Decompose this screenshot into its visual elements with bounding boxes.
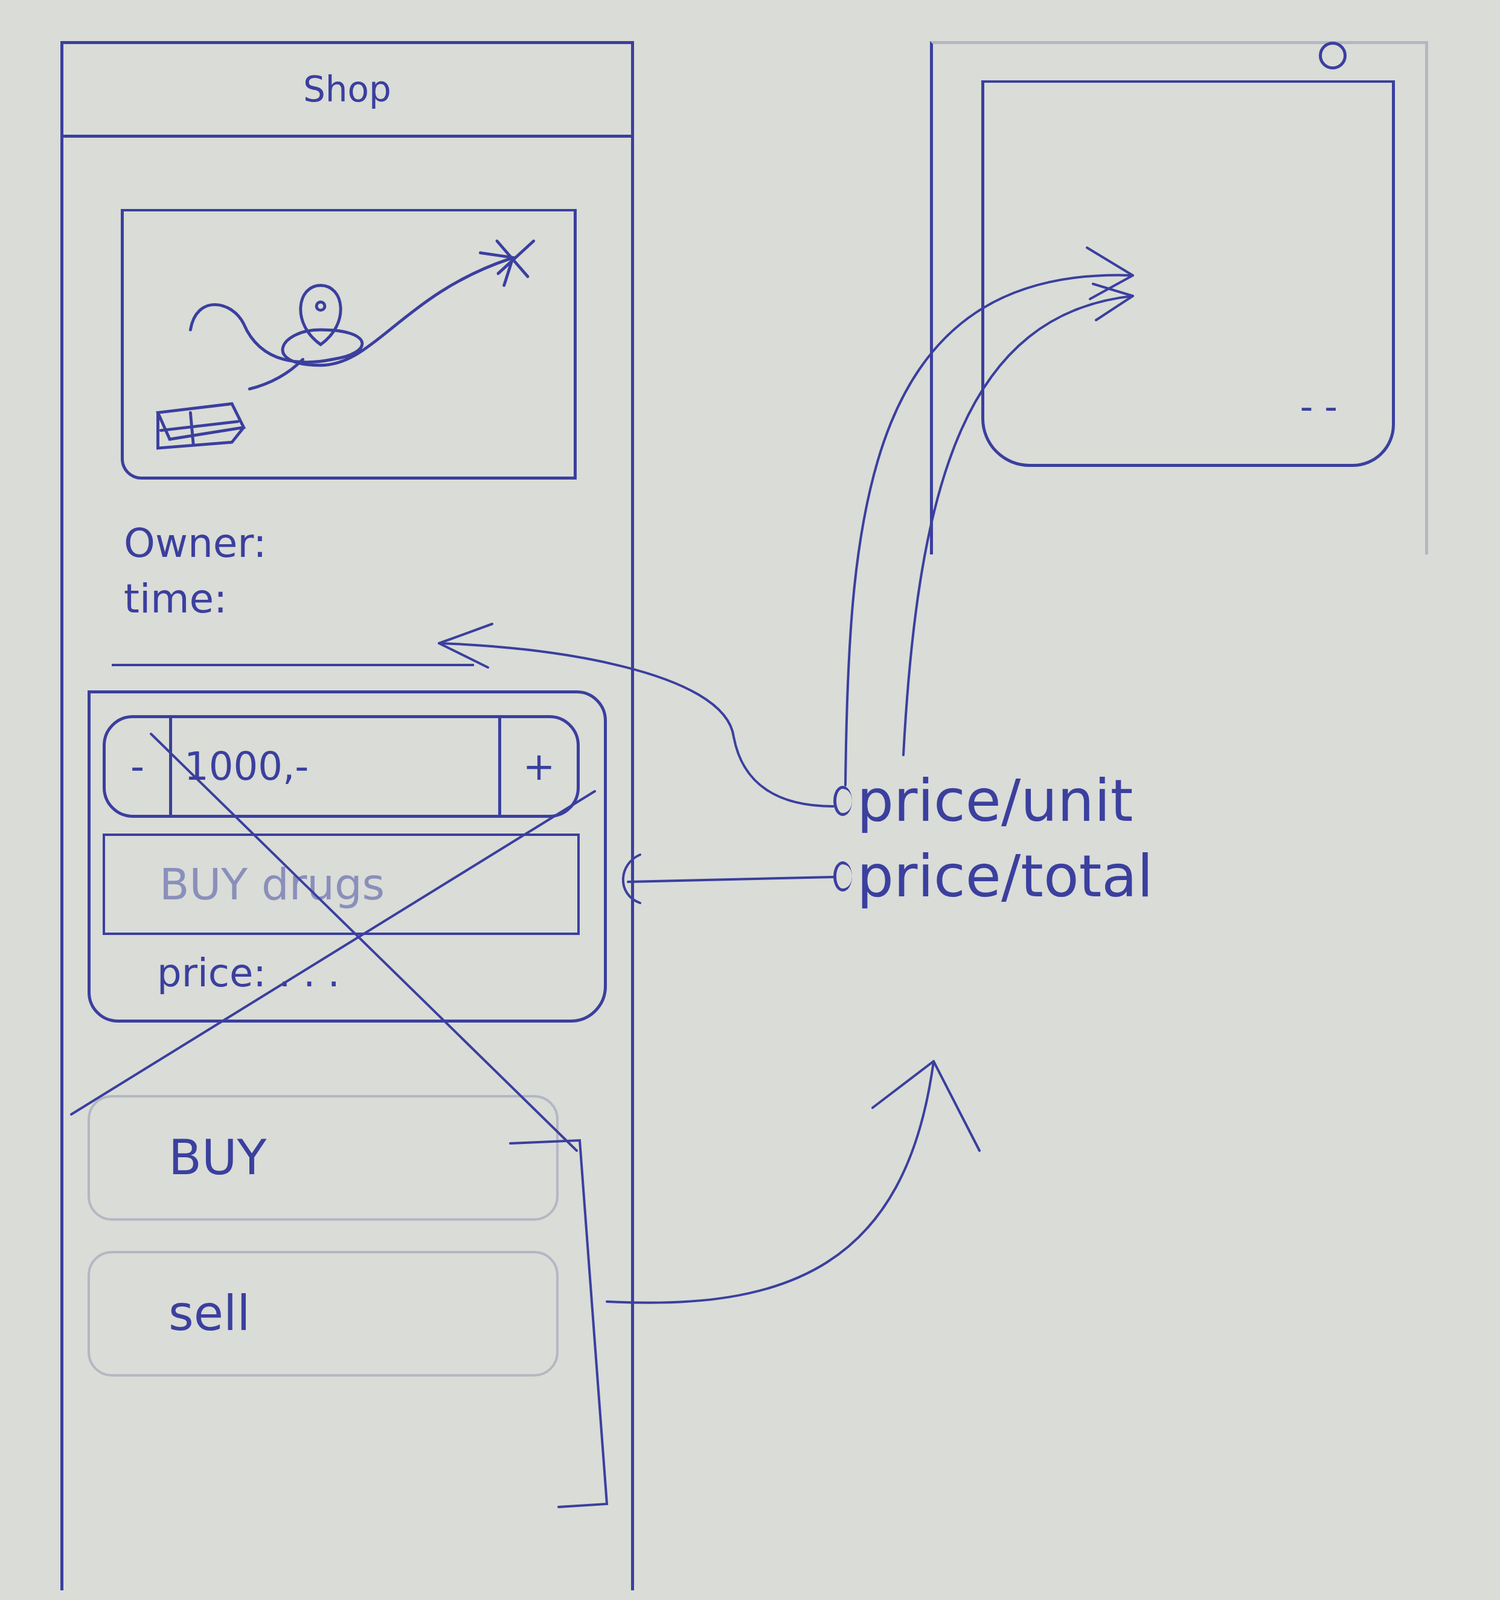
price-label: price: . . . (102, 950, 580, 996)
info-line: time: (123, 571, 613, 627)
action-button[interactable]: BUY (87, 1094, 559, 1221)
connector-icon (833, 785, 853, 816)
separator (111, 663, 475, 667)
connector-arrows-icon (0, 0, 1500, 1600)
plus-button[interactable]: + (498, 717, 577, 815)
shop-info: Owner:time: (123, 515, 613, 628)
camera-icon (1318, 41, 1347, 70)
shop-title: Shop (63, 44, 632, 138)
detail-footer: - - (1300, 385, 1338, 428)
buy-drugs-button[interactable]: BUY drugs (102, 833, 580, 935)
info-line: Owner: (123, 515, 613, 572)
shop-body: Owner:time: -1000,-+ BUY drugs price: . . .… (63, 137, 632, 1377)
detail-screen: - - (981, 80, 1395, 467)
sketch-canvas: Shop Owner:time: -1000,-+ BUY drugs price: .… (0, 0, 1500, 1600)
action-button[interactable]: sell (87, 1250, 559, 1377)
annotation-label: price/unit (833, 766, 1133, 835)
detail-phone: - - (929, 41, 1429, 555)
action-buttons: BUY sell (87, 1094, 559, 1377)
map-sketch-icon (123, 211, 574, 477)
connector-icon (833, 861, 853, 892)
cross-out-mark (71, 733, 595, 1151)
minus-button[interactable]: - (105, 717, 173, 815)
annotation-label: price/total (833, 842, 1154, 911)
map-image (120, 208, 577, 480)
shop-phone: Shop Owner:time: -1000,-+ BUY drugs price: .… (60, 41, 635, 1590)
crossed-order-box: -1000,-+ BUY drugs price: . . . (87, 690, 607, 1023)
quantity-stepper[interactable]: -1000,-+ (102, 714, 580, 818)
quantity-value[interactable]: 1000,- (172, 717, 499, 815)
